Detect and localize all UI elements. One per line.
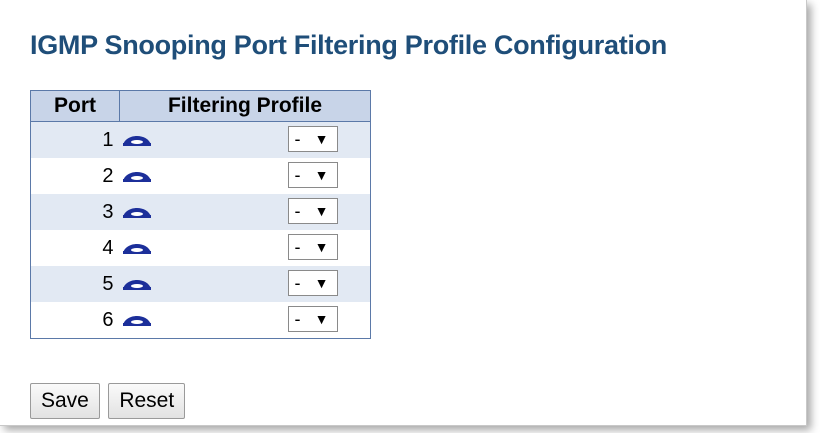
filtering-profile-value: - [294, 129, 301, 149]
table-row: 5 - ▼ [30, 266, 371, 302]
view-profile-eye-icon[interactable] [122, 203, 152, 221]
table-row: 2 - ▼ [30, 158, 371, 194]
view-profile-eye-icon[interactable] [122, 239, 152, 257]
content-panel: IGMP Snooping Port Filtering Profile Con… [0, 0, 807, 426]
save-button[interactable]: Save [30, 383, 100, 419]
filtering-profile-select[interactable]: - ▼ [287, 306, 338, 332]
profile-cell: - ▼ [119, 230, 371, 266]
profile-cell: - ▼ [119, 194, 371, 230]
table-row: 4 - ▼ [30, 230, 371, 266]
view-profile-eye-icon[interactable] [122, 131, 152, 149]
column-header-port: Port [30, 90, 120, 122]
filtering-profile-value: - [294, 273, 301, 293]
filtering-profile-select[interactable]: - ▼ [287, 126, 338, 152]
column-header-filtering-profile: Filtering Profile [119, 90, 371, 122]
port-number: 3 [30, 194, 120, 230]
dropdown-arrow-icon: ▼ [314, 311, 329, 327]
filtering-profile-select[interactable]: - ▼ [287, 270, 338, 296]
filtering-profile-value: - [294, 201, 301, 221]
port-number: 5 [30, 266, 120, 302]
profile-cell: - ▼ [119, 121, 371, 158]
table-row: 1 - ▼ [30, 121, 371, 158]
button-bar: Save Reset [30, 383, 189, 419]
page-title: IGMP Snooping Port Filtering Profile Con… [30, 30, 667, 60]
filtering-profile-select[interactable]: - ▼ [287, 234, 338, 260]
reset-button[interactable]: Reset [108, 383, 186, 419]
filtering-profile-value: - [294, 309, 301, 329]
profile-cell: - ▼ [119, 266, 371, 302]
dropdown-arrow-icon: ▼ [314, 275, 329, 291]
table-header-row: Port Filtering Profile [30, 90, 371, 122]
port-number: 2 [30, 158, 120, 194]
profile-cell: - ▼ [119, 158, 371, 194]
dropdown-arrow-icon: ▼ [314, 131, 329, 147]
dropdown-arrow-icon: ▼ [314, 239, 329, 255]
filtering-profile-select[interactable]: - ▼ [287, 162, 338, 188]
port-number: 4 [30, 230, 120, 266]
view-profile-eye-icon[interactable] [122, 311, 152, 329]
filtering-profile-table: Port Filtering Profile 1- ▼ 2- ▼ 3- ▼ 4- ▼ 5- ▼ 6-… [30, 90, 371, 339]
table-row: 3 - ▼ [30, 194, 371, 230]
filtering-profile-value: - [294, 237, 301, 257]
table-row: 6 - ▼ [30, 302, 371, 339]
dropdown-arrow-icon: ▼ [314, 167, 329, 183]
profile-cell: - ▼ [119, 302, 371, 339]
filtering-profile-value: - [294, 165, 301, 185]
dropdown-arrow-icon: ▼ [314, 203, 329, 219]
view-profile-eye-icon[interactable] [122, 167, 152, 185]
view-profile-eye-icon[interactable] [122, 275, 152, 293]
port-number: 1 [30, 121, 120, 158]
port-number: 6 [30, 302, 120, 339]
filtering-profile-select[interactable]: - ▼ [287, 198, 338, 224]
